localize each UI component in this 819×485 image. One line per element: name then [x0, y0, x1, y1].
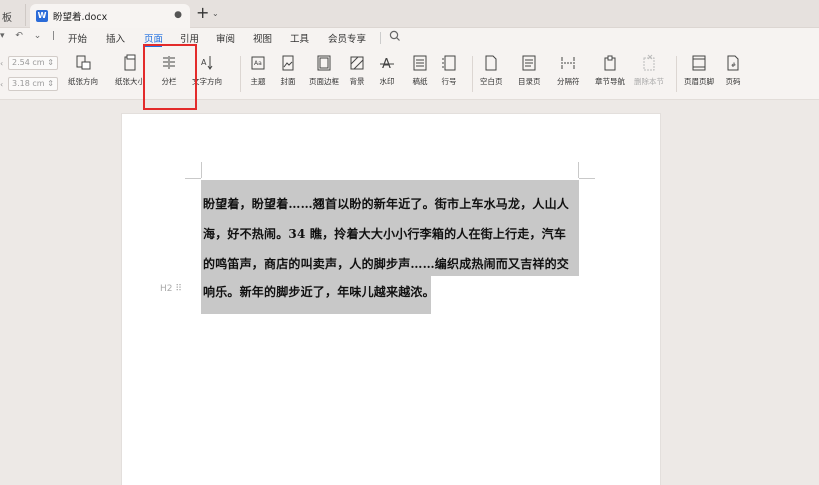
margin-top-field[interactable]: ‹ 2.54 cm ⇕ — [0, 56, 58, 70]
margin-corner-mark — [579, 178, 595, 179]
ribbon-toolbar: ‹ 2.54 cm ⇕ ‹ 3.18 cm ⇕ 纸张方向 纸张大小 分栏 A 文… — [0, 48, 819, 146]
delete-section-icon — [643, 54, 655, 71]
tab-previous[interactable]: 板 — [0, 4, 26, 26]
watermark-icon: A — [380, 57, 394, 72]
orientation-button[interactable]: 纸张方向 — [68, 54, 98, 94]
menu-separator — [380, 32, 381, 44]
page-number-button[interactable]: # 页码 — [724, 54, 742, 94]
menu-member[interactable]: 会员专享 — [328, 31, 366, 45]
page-number-icon: # — [727, 55, 739, 71]
margin-corner-mark — [185, 178, 201, 179]
svg-text:A: A — [201, 58, 207, 67]
svg-text:#: # — [731, 62, 736, 69]
chapter-nav-icon — [604, 55, 616, 71]
document-text-line[interactable]: 响乐。新年的脚步近了，年味儿越来越浓。 — [203, 283, 435, 300]
blank-page-icon — [485, 55, 497, 71]
background-icon — [350, 56, 364, 70]
theme-icon: Aa — [251, 56, 265, 70]
delete-section-button[interactable]: 删除本节 — [634, 54, 664, 94]
ribbon-separator — [676, 56, 677, 92]
tab-title: 盼望着.docx — [53, 12, 108, 23]
separator-icon — [561, 57, 576, 69]
theme-button[interactable]: Aa 主题 — [249, 54, 267, 94]
header-footer-button[interactable]: 页眉页脚 — [684, 54, 714, 94]
menu-reference[interactable]: 引用 — [180, 31, 199, 45]
margin-bottom-input[interactable]: 3.18 cm ⇕ — [8, 77, 58, 91]
page-border-icon — [317, 55, 331, 71]
margin-top-marker: ‹ — [0, 58, 4, 68]
search-icon[interactable] — [388, 29, 402, 43]
menu-bar: ▾ ↶ ⌄ | 开始 插入 页面 引用 审阅 视图 工具 会员专享 — [0, 28, 819, 48]
tab-document[interactable]: W 盼望着.docx ● — [30, 4, 190, 28]
orientation-icon — [76, 55, 91, 70]
svg-text:Aa: Aa — [254, 60, 262, 67]
text-direction-icon: A — [201, 56, 213, 70]
toc-page-button[interactable]: 目录页 — [518, 54, 541, 94]
chapter-nav-button[interactable]: 章节导航 — [595, 54, 625, 94]
new-tab-plus-icon[interactable]: + — [196, 5, 209, 21]
quick-access-icons[interactable]: ▾ ↶ ⌄ | — [0, 31, 59, 41]
document-text-line[interactable]: 的鸣笛声，商店的叫卖声，人的脚步声……编织成热闹而又吉祥的交 — [203, 255, 569, 272]
paragraph-handle[interactable]: H2 ⠿ — [160, 284, 182, 294]
background-button[interactable]: 背景 — [348, 54, 366, 94]
document-text-line[interactable]: 海，好不热闹。34 瞧，拎着大大小小行李箱的人在街上行走，汽车 — [203, 225, 566, 242]
ribbon-separator — [472, 56, 473, 92]
highlight-box — [143, 44, 197, 110]
menu-tools[interactable]: 工具 — [290, 31, 309, 45]
menu-review[interactable]: 审阅 — [216, 31, 235, 45]
stepper-icon[interactable]: ⇕ — [47, 79, 54, 89]
cover-icon — [282, 55, 294, 71]
page-size-button[interactable]: 纸张大小 — [115, 54, 145, 94]
manuscript-icon — [413, 55, 427, 71]
line-number-button[interactable]: 行号 — [440, 54, 458, 94]
ribbon-separator — [240, 56, 241, 92]
menu-start[interactable]: 开始 — [68, 31, 87, 45]
word-doc-icon: W — [36, 10, 48, 22]
toc-page-icon — [522, 55, 536, 71]
document-text-line[interactable]: 盼望着，盼望着……翘首以盼的新年近了。街市上车水马龙，人山人 — [203, 195, 569, 212]
page-border-button[interactable]: 页面边框 — [309, 54, 339, 94]
blank-page-button[interactable]: 空白页 — [480, 54, 503, 94]
margin-bottom-field[interactable]: ‹ 3.18 cm ⇕ — [0, 77, 58, 91]
header-footer-icon — [692, 55, 706, 71]
watermark-button[interactable]: A 水印 — [378, 54, 396, 94]
menu-view[interactable]: 视图 — [253, 31, 272, 45]
stepper-icon[interactable]: ⇕ — [47, 58, 54, 68]
manuscript-button[interactable]: 稿纸 — [411, 54, 429, 94]
tab-bar: 板 W 盼望着.docx ● + ⌄ — [0, 0, 819, 28]
line-number-icon — [442, 55, 456, 71]
margin-corner-mark — [201, 162, 202, 178]
tab-list-chevron-icon[interactable]: ⌄ — [212, 9, 219, 18]
page-size-icon — [124, 54, 136, 71]
margin-top-input[interactable]: 2.54 cm ⇕ — [8, 56, 58, 70]
unsaved-dot-icon[interactable]: ● — [174, 10, 182, 20]
drag-handle-icon[interactable]: ⠿ — [175, 284, 182, 294]
separator-button[interactable]: 分隔符 — [557, 54, 580, 94]
margin-bottom-marker: ‹ — [0, 79, 4, 89]
menu-insert[interactable]: 插入 — [106, 31, 125, 45]
margin-corner-mark — [578, 162, 579, 178]
cover-button[interactable]: 封面 — [279, 54, 297, 94]
menu-page[interactable]: 页面 — [144, 31, 163, 45]
